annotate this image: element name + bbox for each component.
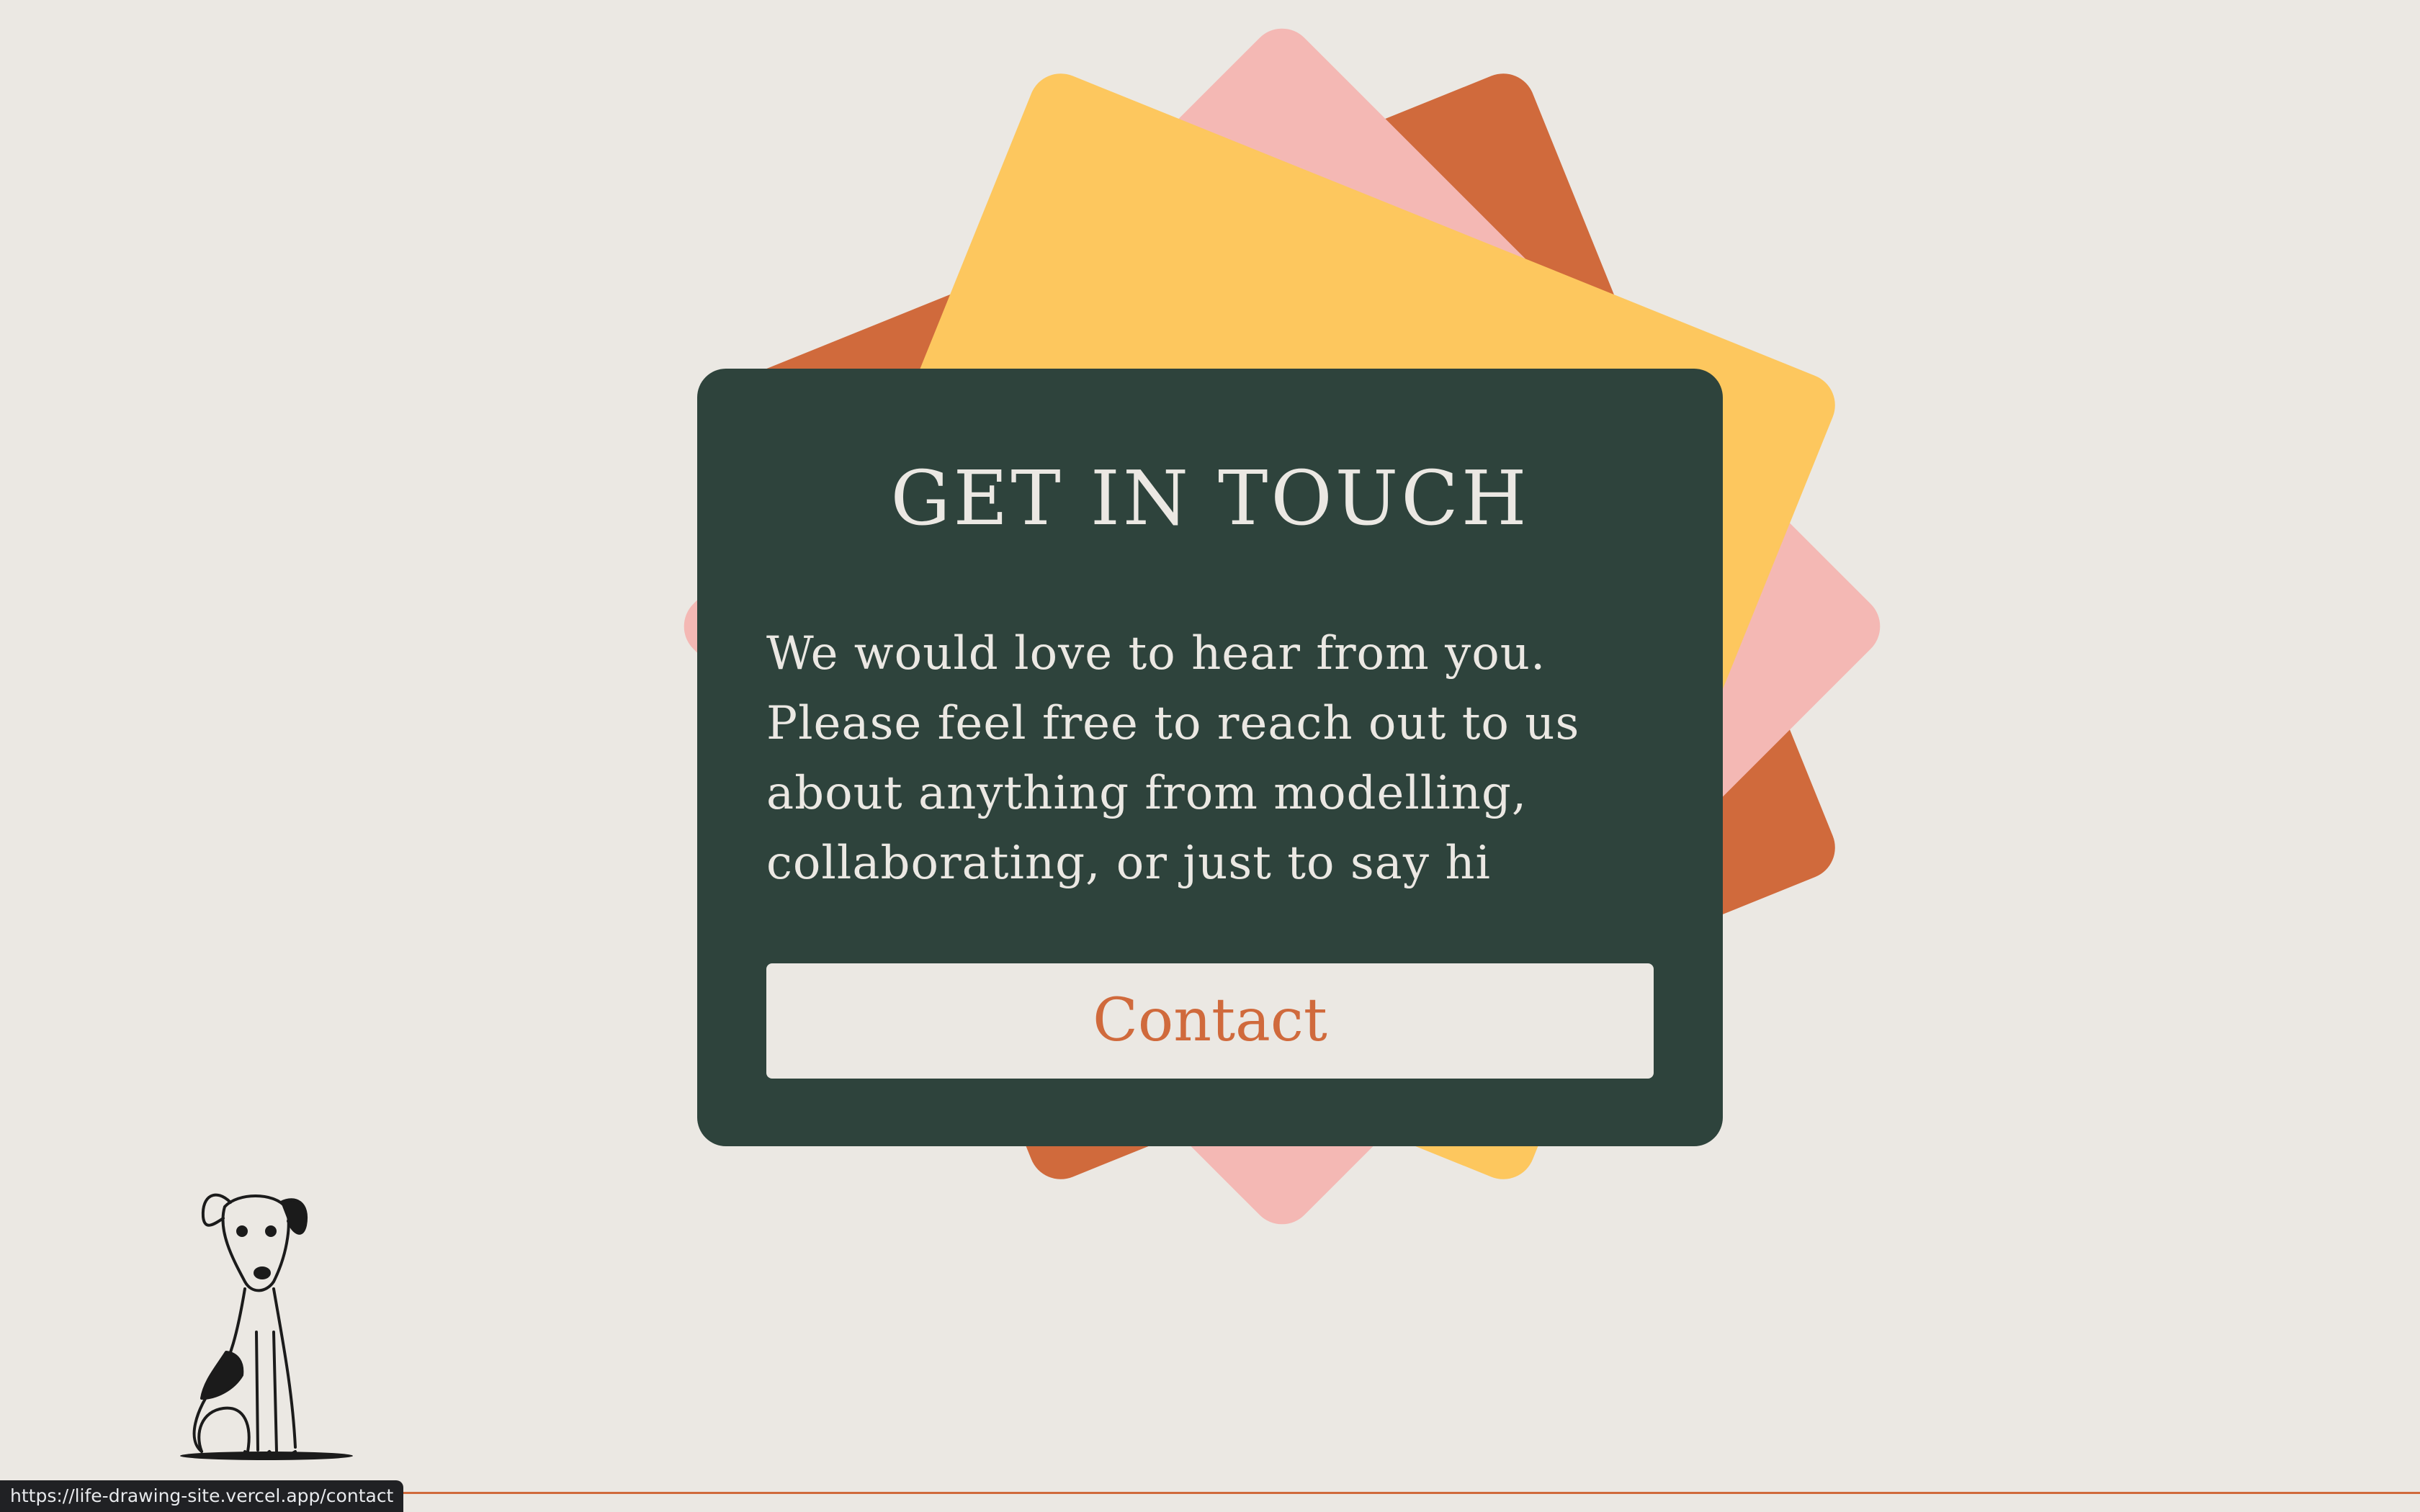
dog-illustration-icon — [180, 1193, 353, 1460]
contact-button[interactable]: Contact — [766, 963, 1654, 1079]
page-title: GET IN TOUCH — [890, 454, 1530, 542]
contact-page: GET IN TOUCH We would love to hear from … — [0, 0, 2420, 1512]
browser-status-url: https://life-drawing-site.vercel.app/con… — [0, 1480, 404, 1512]
contact-card: GET IN TOUCH We would love to hear from … — [697, 369, 1723, 1146]
contact-description: We would love to hear from you. Please f… — [766, 627, 1580, 890]
